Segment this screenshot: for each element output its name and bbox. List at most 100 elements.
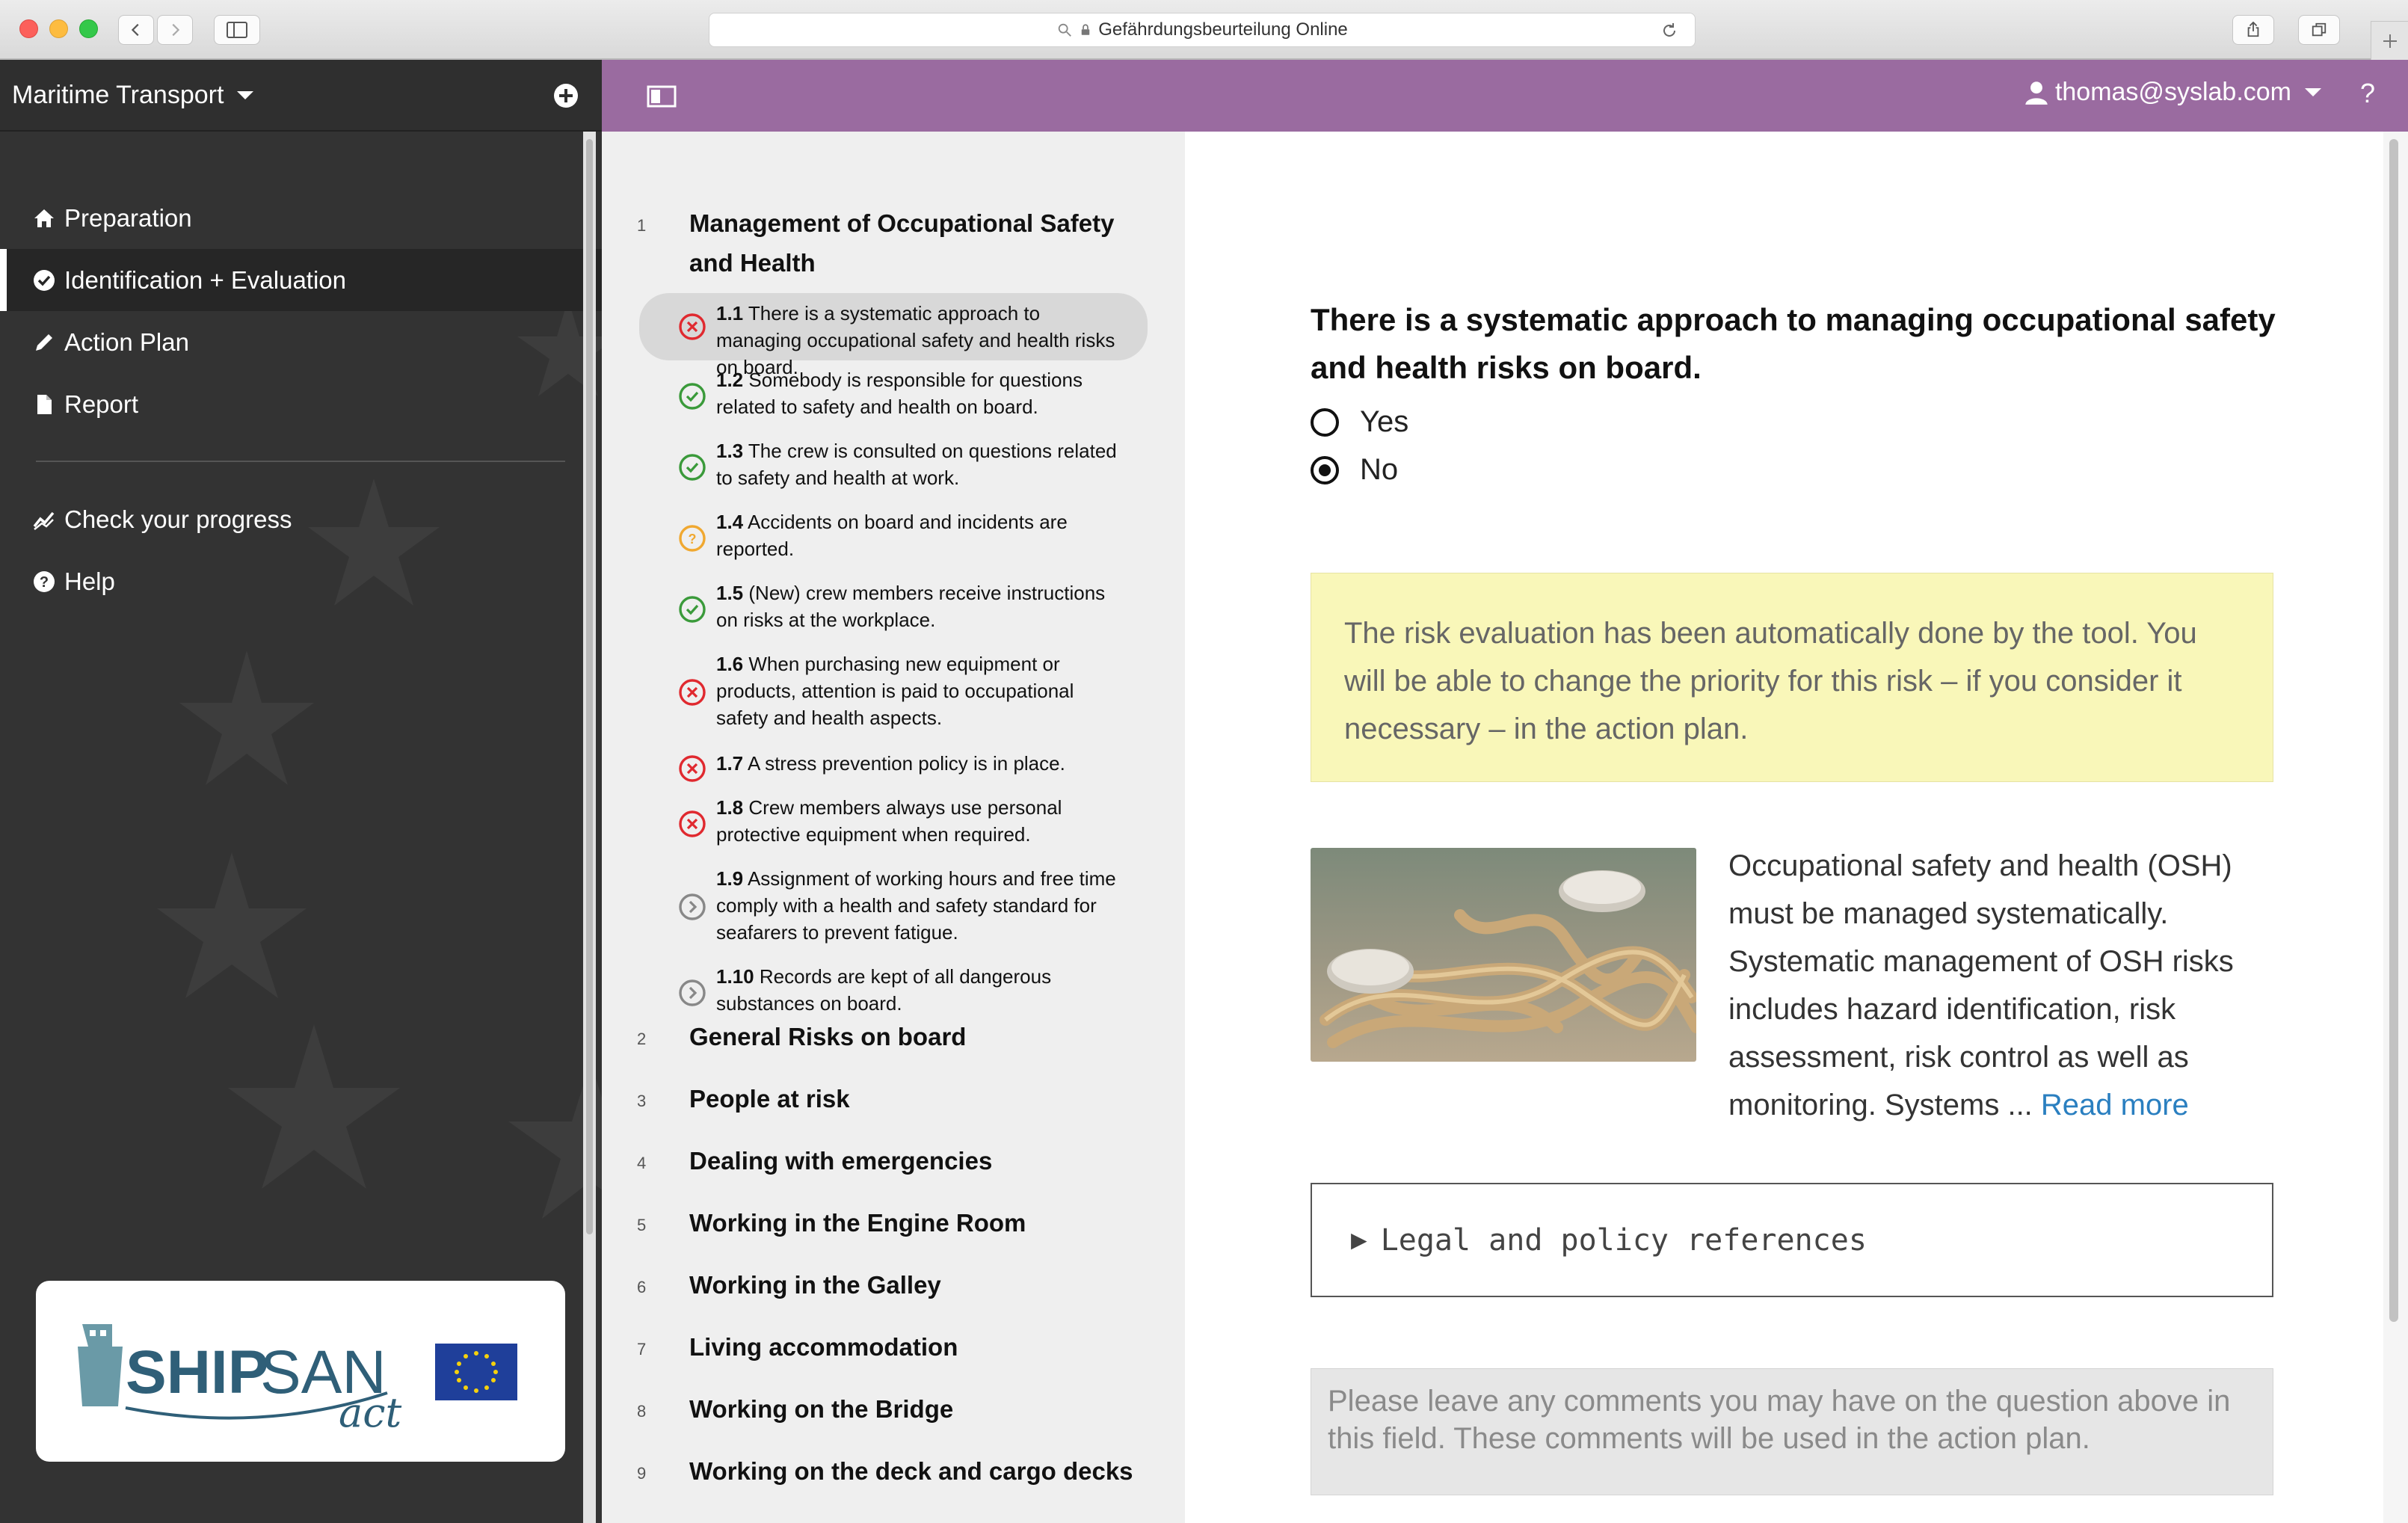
- tree-question-1-6[interactable]: 1.6 When purchasing new equipment or pro…: [639, 650, 1148, 734]
- close-window-button[interactable]: [19, 19, 38, 38]
- tabs-button[interactable]: [2298, 15, 2340, 45]
- section-title: Dealing with emergencies: [689, 1147, 993, 1175]
- menu-item-identification[interactable]: Identification + Evaluation: [0, 249, 602, 311]
- browser-toolbar: Gefährdungsbeurteilung Online: [0, 0, 2408, 60]
- chevron-circle-icon: [679, 893, 706, 920]
- tabs-icon: [2312, 22, 2327, 37]
- answer-option-no[interactable]: No: [1311, 453, 1398, 487]
- question-label: Accidents on board and incidents are rep…: [716, 511, 1068, 560]
- chevron-right-icon: [172, 23, 180, 37]
- question-tree: 1 Management of Occupational Safety and H…: [602, 132, 1185, 1523]
- share-icon: [2247, 22, 2259, 37]
- tree-question-1-1[interactable]: 1.1 There is a systematic approach to ma…: [639, 293, 1148, 378]
- help-button[interactable]: ?: [2360, 78, 2375, 109]
- section-number: 3: [637, 1092, 647, 1110]
- address-bar[interactable]: Gefährdungsbeurteilung Online: [709, 13, 1696, 47]
- user-menu[interactable]: thomas@syslab.com: [2024, 78, 2321, 107]
- shipsan-logo: SHIP SAN act: [78, 1324, 517, 1436]
- triangle-right-icon: ▶: [1351, 1225, 1367, 1255]
- scrollbar-thumb[interactable]: [2389, 139, 2398, 1322]
- check-circle-icon: [679, 454, 706, 481]
- question-title: There is a systematic approach to managi…: [1311, 302, 2276, 385]
- question-text: 1.10 Records are kept of all dangerous s…: [716, 963, 1120, 1017]
- tree-question-1-2[interactable]: 1.2 Somebody is responsible for question…: [639, 366, 1148, 426]
- chevron-left-icon: [131, 23, 139, 37]
- secondary-menu: Check your progress ? Help: [0, 488, 602, 612]
- section-title: General Risks on board: [689, 1023, 967, 1050]
- question-label: Assignment of working hours and free tim…: [716, 867, 1116, 944]
- caret-down-icon: [2305, 88, 2321, 96]
- question-text: 1.7 A stress prevention policy is in pla…: [716, 750, 1120, 777]
- option-label: Yes: [1360, 405, 1409, 438]
- option-label: No: [1360, 453, 1399, 486]
- menu-label: Help: [64, 567, 115, 595]
- read-more-link[interactable]: Read more: [2041, 1089, 2189, 1122]
- question-number: 1.5: [716, 582, 744, 604]
- menu-item-help[interactable]: ? Help: [0, 550, 602, 612]
- question-number: 1.8: [716, 796, 744, 819]
- answer-option-yes[interactable]: Yes: [1311, 405, 1408, 439]
- section-title: Working on the Bridge: [689, 1395, 954, 1423]
- tree-question-1-7[interactable]: 1.7 A stress prevention policy is in pla…: [639, 750, 1148, 787]
- scrollbar-thumb[interactable]: [586, 139, 593, 1234]
- reload-icon[interactable]: [1660, 22, 1678, 40]
- menu-item-progress[interactable]: Check your progress: [0, 488, 602, 550]
- top-header: thomas@syslab.com ?: [602, 60, 2408, 132]
- x-circle-icon: [679, 755, 706, 782]
- question-text: 1.5 (New) crew members receive instructi…: [716, 579, 1120, 633]
- section-title: Working in the Engine Room: [689, 1209, 1026, 1237]
- check-circle-icon: [34, 269, 55, 291]
- radio-button[interactable]: [1311, 407, 1339, 437]
- tree-question-1-5[interactable]: 1.5 (New) crew members receive instructi…: [639, 579, 1148, 639]
- question-label: (New) crew members receive instructions …: [716, 582, 1106, 631]
- menu-label: Action Plan: [64, 327, 189, 356]
- legal-references-toggle[interactable]: ▶ Legal and policy references: [1311, 1183, 2273, 1297]
- question-text: 1.3 The crew is consulted on questions r…: [716, 437, 1120, 491]
- question-number: 1.1: [716, 302, 744, 324]
- menu-item-preparation[interactable]: Preparation: [0, 187, 602, 249]
- osh-description: Occupational safety and health (OSH) mus…: [1728, 842, 2237, 1129]
- tool-selector[interactable]: Maritime Transport: [0, 60, 602, 132]
- minimize-window-button[interactable]: [49, 19, 68, 38]
- menu-item-report[interactable]: Report: [0, 373, 602, 435]
- check-circle-icon: [679, 383, 706, 410]
- pencil-icon: [36, 333, 52, 351]
- sidebar-toggle-button[interactable]: [214, 15, 260, 45]
- share-button[interactable]: [2232, 15, 2274, 45]
- tree-question-1-4[interactable]: ? 1.4 Accidents on board and incidents ar…: [639, 508, 1148, 568]
- tree-question-1-9[interactable]: 1.9 Assignment of working hours and free…: [639, 865, 1148, 949]
- tree-scrollbar[interactable]: [583, 132, 596, 1523]
- question-number: 1.6: [716, 653, 744, 675]
- home-icon: [34, 209, 54, 227]
- tree-question-1-3[interactable]: 1.3 The crew is consulted on questions r…: [639, 437, 1148, 497]
- rope-bollard-image: [1311, 848, 1696, 1062]
- add-circle-icon[interactable]: [553, 83, 579, 108]
- section-number: 8: [637, 1402, 647, 1421]
- menu-item-action-plan[interactable]: Action Plan: [0, 311, 602, 373]
- new-tab-button[interactable]: [2371, 21, 2408, 60]
- main-scrollbar[interactable]: [2383, 132, 2408, 1523]
- question-number: 1.9: [716, 867, 744, 890]
- comments-field[interactable]: Please leave any comments you may have o…: [1311, 1368, 2273, 1495]
- tree-question-1-10[interactable]: 1.10 Records are kept of all dangerous s…: [639, 963, 1148, 1023]
- lock-icon: [1081, 24, 1090, 35]
- menu-label: Identification + Evaluation: [64, 265, 347, 294]
- plus-icon: [2383, 34, 2397, 48]
- question-label: Somebody is responsible for questions re…: [716, 369, 1083, 418]
- question-text: 1.6 When purchasing new equipment or pro…: [716, 650, 1120, 731]
- maximize-window-button[interactable]: [79, 19, 98, 38]
- panel-toggle-icon[interactable]: [647, 85, 677, 108]
- question-text: 1.8 Crew members always use personal pro…: [716, 794, 1120, 848]
- forward-button[interactable]: [157, 15, 193, 45]
- tree-question-1-8[interactable]: 1.8 Crew members always use personal pro…: [639, 794, 1148, 854]
- section-title: People at risk: [689, 1085, 850, 1113]
- section-number: 4: [637, 1154, 647, 1172]
- x-circle-icon: [679, 313, 706, 340]
- radio-button-selected[interactable]: [1311, 455, 1339, 484]
- question-number: 1.2: [716, 369, 744, 391]
- svg-text:SHIP: SHIP: [126, 1338, 268, 1406]
- question-number: 1.10: [716, 965, 754, 988]
- back-button[interactable]: [118, 15, 154, 45]
- question-label: When purchasing new equipment or product…: [716, 653, 1074, 729]
- shipsan-logo-card: SHIP SAN act: [36, 1281, 565, 1462]
